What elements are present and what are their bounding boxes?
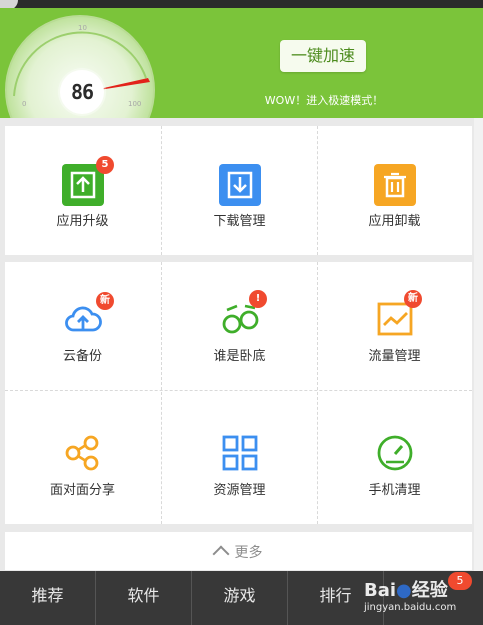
tile-face-to-face-share[interactable]: 面对面分享	[5, 392, 160, 524]
watermark-brand: Bai●经验	[364, 580, 448, 601]
tile-label: 应用卸载	[368, 214, 421, 229]
update-count-badge: 5	[96, 156, 114, 174]
tile-app-upgrade[interactable]: 5 应用升级	[5, 126, 160, 255]
tile-label: 云备份	[62, 349, 102, 364]
gauge-tick-0: 0	[22, 100, 26, 108]
tile-label: 下载管理	[213, 214, 266, 229]
status-bar	[0, 0, 483, 10]
tools-card-2: 新 云备份 ! 谁是卧底 新 流量管理 面对面分享 资源管理 手机清理	[5, 262, 472, 524]
tab-games[interactable]: 游戏	[192, 571, 288, 625]
tile-phone-cleanup[interactable]: 手机清理	[317, 392, 472, 524]
row-divider	[5, 390, 472, 391]
gauge-tick-10: 10	[78, 24, 87, 32]
grid-icon	[222, 435, 257, 471]
speed-header: 0 10 100 86 一键加速 WOW！进入极速模式！	[0, 8, 483, 118]
more-label: 更多	[5, 542, 472, 563]
new-badge: 新	[404, 290, 422, 308]
alert-badge: !	[249, 290, 267, 308]
speed-value: 86	[60, 70, 104, 114]
tile-label: 谁是卧底	[213, 349, 266, 364]
tile-app-uninstall[interactable]: 应用卸载	[317, 126, 472, 255]
tile-traffic-manager[interactable]: 新 流量管理	[317, 262, 472, 390]
download-box-icon	[218, 164, 261, 206]
scroll-track[interactable]	[474, 118, 483, 571]
tile-label: 手机清理	[368, 483, 421, 498]
tab-software[interactable]: 软件	[96, 571, 192, 625]
tile-label: 流量管理	[368, 349, 421, 364]
tile-cloud-backup[interactable]: 新 云备份	[5, 262, 160, 390]
tab-recommend[interactable]: 推荐	[0, 571, 96, 625]
trash-icon	[373, 164, 416, 206]
watermark-url: jingyan.baidu.com	[364, 602, 457, 613]
tile-who-is-spy[interactable]: ! 谁是卧底	[161, 262, 318, 390]
chevron-up-icon	[212, 545, 229, 563]
more-text: 更多	[234, 545, 263, 561]
one-key-boost-button[interactable]: 一键加速	[280, 40, 366, 72]
more-button[interactable]: 更多	[5, 532, 472, 570]
tile-label: 面对面分享	[49, 483, 115, 498]
tile-download-manager[interactable]: 下载管理	[161, 126, 318, 255]
speedometer-icon	[377, 435, 412, 471]
share-icon	[65, 435, 98, 471]
baidu-jingyan-watermark: Bai●经验 jingyan.baidu.com	[364, 576, 476, 622]
tile-resource-manager[interactable]: 资源管理	[161, 392, 318, 524]
boost-mode-text: WOW！进入极速模式！	[264, 94, 384, 107]
tile-label: 应用升级	[56, 214, 109, 229]
gauge-tick-100: 100	[128, 100, 141, 108]
new-badge: 新	[96, 292, 114, 310]
tools-card-1: 5 应用升级 下载管理 应用卸载	[5, 126, 472, 255]
tile-label: 资源管理	[213, 483, 266, 498]
